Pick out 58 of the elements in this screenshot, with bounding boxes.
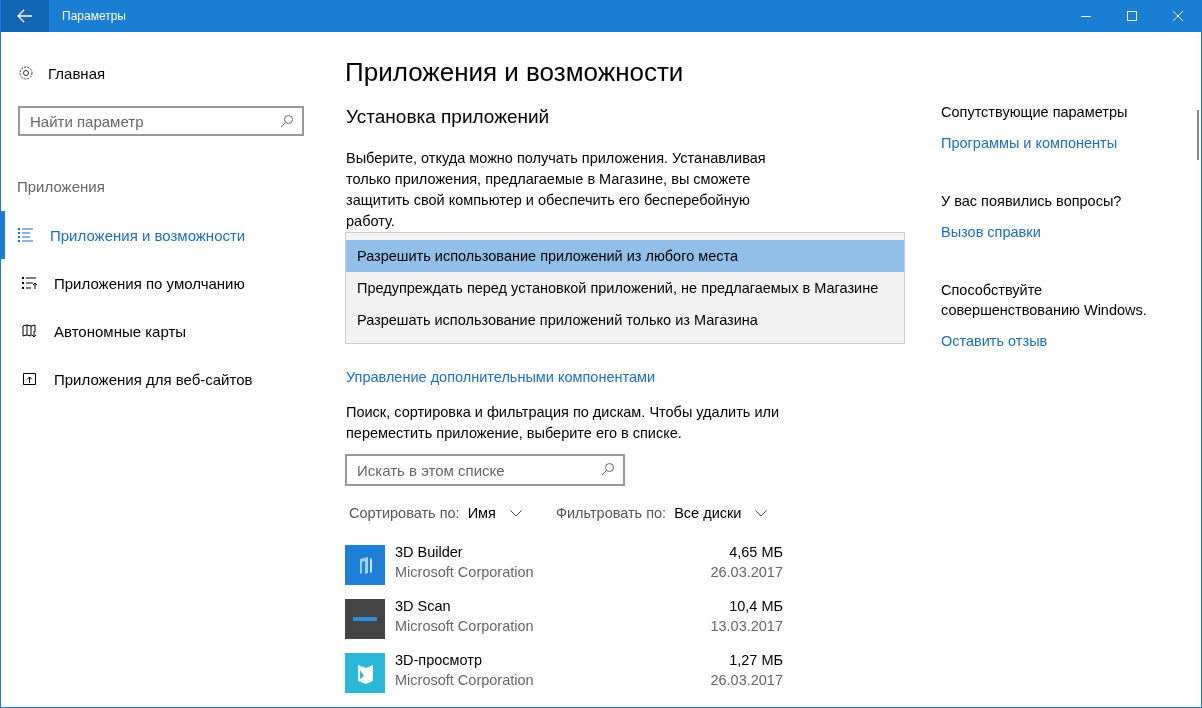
- description-text: Выберите, откуда можно получать приложения. Устанавливая только приложения, предлагаемые в Магазине, вы сможете защитить свой компьютер и обеспечить его бесперебойную работу.: [346, 149, 767, 231]
- related-heading: У вас появились вопросы?: [941, 192, 1123, 211]
- app-publisher: Microsoft Corporation: [395, 617, 535, 636]
- chevron-down-icon: [755, 509, 768, 517]
- app-size: 10,4 МБ: [728, 597, 783, 616]
- app-icon: [345, 653, 385, 693]
- related-heading: Способствуйте: [941, 281, 1044, 300]
- app-list-item[interactable]: 3D Scan Microsoft Corporation 10,4 МБ 13.03.2017: [345, 599, 783, 639]
- sidebar-item[interactable]: Приложения по умолчанию: [1, 259, 329, 307]
- search-icon: [601, 462, 615, 476]
- description-text: Поиск, сортировка и фильтрация по дискам. Чтобы удалить или переместить приложение, выберите его в списке.: [346, 403, 781, 443]
- chevron-down-icon: [509, 509, 522, 517]
- related-link[interactable]: Программы и компоненты: [941, 135, 1118, 151]
- related-link[interactable]: Вызов справки: [941, 224, 1041, 240]
- scrollbar[interactable]: [1197, 110, 1199, 160]
- search-field[interactable]: Искать в этом списке: [345, 454, 625, 486]
- app-publisher: Microsoft Corporation: [395, 671, 535, 690]
- related-text: совершенствованию Windows.: [941, 301, 1147, 320]
- section-heading: Установка приложений: [346, 106, 551, 128]
- app-publisher: Microsoft Corporation: [395, 563, 535, 582]
- list-icon: [18, 228, 34, 242]
- close-icon: [1173, 11, 1183, 21]
- app-list-item[interactable]: 3D Builder Microsoft Corporation 4,65 МБ 26.03.2017: [345, 545, 783, 585]
- sidebar-item[interactable]: Приложения для веб-сайтов: [1, 355, 329, 403]
- app-icon: [345, 545, 385, 585]
- search-field[interactable]: Найти параметр: [18, 106, 304, 136]
- app-name: 3D-просмотр: [395, 651, 483, 670]
- app-icon: [345, 599, 385, 639]
- window-arrow-icon: [22, 372, 38, 386]
- app-name: 3D Scan: [395, 597, 452, 616]
- map-icon: [22, 324, 38, 338]
- dropdown-option[interactable]: Разрешить использование приложений из любого места: [346, 240, 904, 272]
- manage-features-link[interactable]: Управление дополнительными компонентами: [346, 369, 656, 385]
- app-date: 26.03.2017: [710, 563, 783, 582]
- search-icon: [280, 114, 294, 128]
- app-size: 1,27 МБ: [728, 651, 783, 670]
- back-arrow-icon: [17, 9, 33, 23]
- page-title: Приложения и возможности: [345, 57, 685, 88]
- maximize-icon: [1127, 11, 1137, 21]
- settings-icon: [18, 65, 34, 81]
- dropdown-option[interactable]: Предупреждать перед установкой приложений, не предлагаемых в Магазине: [346, 272, 904, 304]
- app-date: 13.03.2017: [710, 617, 783, 636]
- app-name: 3D Builder: [395, 543, 464, 562]
- sort-dropdown[interactable]: Сортировать по: Имя: [349, 505, 522, 521]
- filter-dropdown[interactable]: Фильтровать по: Все диски: [555, 505, 768, 521]
- app-date: 26.03.2017: [710, 671, 783, 690]
- home-link[interactable]: Главная: [1, 62, 329, 84]
- related-heading: Сопутствующие параметры: [941, 103, 1129, 122]
- section-heading: Приложения: [17, 178, 106, 195]
- related-link[interactable]: Оставить отзыв: [941, 333, 1048, 349]
- list-arrow-icon: [22, 276, 38, 290]
- app-size: 4,65 МБ: [728, 543, 783, 562]
- app-list-item[interactable]: 3D-просмотр Microsoft Corporation 1,27 МБ 26.03.2017: [345, 653, 783, 693]
- sidebar-item[interactable]: Приложения и возможности: [1, 211, 329, 259]
- dropdown-option[interactable]: Разрешать использование приложений только из Магазина: [346, 304, 904, 336]
- back-button[interactable]: [1, 0, 49, 32]
- window-title: Параметры: [62, 9, 127, 23]
- sidebar-item[interactable]: Автономные карты: [1, 307, 329, 355]
